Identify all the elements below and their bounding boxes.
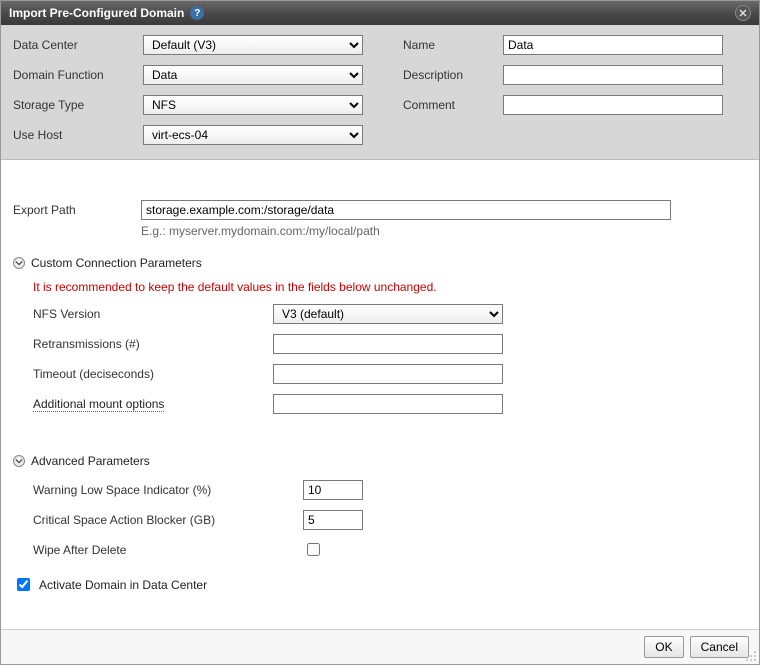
activate-domain-label: Activate Domain in Data Center — [39, 578, 207, 592]
retransmissions-input[interactable] — [273, 334, 503, 354]
export-path-input[interactable] — [141, 200, 671, 220]
mount-options-label: Additional mount options — [33, 397, 273, 411]
close-icon[interactable]: ✕ — [735, 5, 751, 21]
body-pane: Export Path E.g.: myserver.mydomain.com:… — [1, 160, 759, 629]
timeout-label: Timeout (deciseconds) — [33, 367, 273, 381]
name-input[interactable] — [503, 35, 723, 55]
custom-connection-warning: It is recommended to keep the default va… — [33, 280, 747, 294]
top-pane: Data Center Default (V3) Name Domain Fun… — [1, 25, 759, 160]
custom-connection-toggle[interactable]: Custom Connection Parameters — [13, 256, 747, 270]
advanced-section: Advanced Parameters Warning Low Space In… — [13, 454, 747, 559]
warning-low-space-label: Warning Low Space Indicator (%) — [33, 483, 303, 497]
storage-type-select[interactable]: NFS — [143, 95, 363, 115]
cancel-button[interactable]: Cancel — [690, 636, 749, 658]
description-label: Description — [403, 68, 503, 82]
domain-function-label: Domain Function — [13, 68, 143, 82]
comment-input[interactable] — [503, 95, 723, 115]
export-path-label: Export Path — [13, 203, 133, 217]
storage-type-label: Storage Type — [13, 98, 143, 112]
button-bar: OK Cancel — [1, 629, 759, 664]
resize-grip-icon[interactable] — [743, 648, 757, 662]
name-label: Name — [403, 38, 503, 52]
chevron-down-icon — [13, 257, 25, 269]
use-host-select[interactable]: virt-ecs-04 — [143, 125, 363, 145]
import-preconfigured-domain-dialog: Import Pre-Configured Domain ? ✕ Data Ce… — [0, 0, 760, 665]
mount-options-input[interactable] — [273, 394, 503, 414]
retransmissions-label: Retransmissions (#) — [33, 337, 273, 351]
custom-connection-section: Custom Connection Parameters It is recom… — [13, 256, 747, 414]
data-center-label: Data Center — [13, 38, 143, 52]
custom-connection-header: Custom Connection Parameters — [31, 256, 202, 270]
data-center-select[interactable]: Default (V3) — [143, 35, 363, 55]
nfs-version-label: NFS Version — [33, 307, 273, 321]
warning-low-space-input[interactable] — [303, 480, 363, 500]
dialog-title: Import Pre-Configured Domain — [9, 6, 184, 20]
critical-blocker-label: Critical Space Action Blocker (GB) — [33, 513, 303, 527]
comment-label: Comment — [403, 98, 503, 112]
wipe-after-delete-checkbox[interactable] — [307, 543, 320, 556]
activate-row: Activate Domain in Data Center — [13, 575, 747, 594]
critical-blocker-input[interactable] — [303, 510, 363, 530]
timeout-input[interactable] — [273, 364, 503, 384]
chevron-down-icon — [13, 455, 25, 467]
advanced-toggle[interactable]: Advanced Parameters — [13, 454, 747, 468]
domain-function-select[interactable]: Data — [143, 65, 363, 85]
wipe-after-delete-label: Wipe After Delete — [33, 543, 303, 557]
titlebar: Import Pre-Configured Domain ? ✕ — [1, 1, 759, 25]
nfs-version-select[interactable]: V3 (default) — [273, 304, 503, 324]
help-icon[interactable]: ? — [190, 6, 204, 20]
description-input[interactable] — [503, 65, 723, 85]
activate-domain-checkbox[interactable] — [17, 578, 30, 591]
export-path-hint: E.g.: myserver.mydomain.com:/my/local/pa… — [141, 224, 747, 238]
advanced-header: Advanced Parameters — [31, 454, 150, 468]
ok-button[interactable]: OK — [644, 636, 683, 658]
use-host-label: Use Host — [13, 128, 143, 142]
